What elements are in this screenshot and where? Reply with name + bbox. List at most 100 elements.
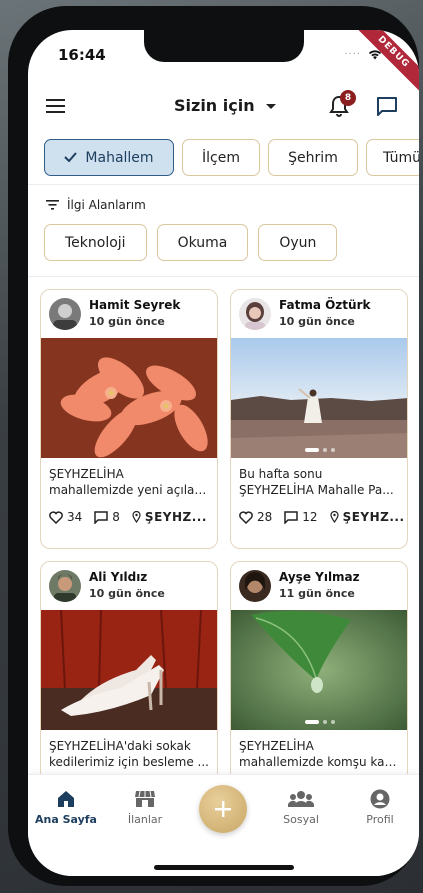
like-button[interactable]: 34	[49, 510, 82, 524]
author-name[interactable]: Ayşe Yılmaz	[279, 570, 360, 584]
chip-label: Okuma	[177, 234, 228, 251]
feed-selector[interactable]: Sizin için	[174, 96, 277, 115]
post-image[interactable]	[231, 338, 407, 458]
post-image[interactable]	[41, 338, 217, 458]
chip-sehrim[interactable]: Şehrim	[268, 139, 358, 176]
avatar[interactable]	[49, 298, 81, 330]
like-button[interactable]: 28	[239, 510, 272, 524]
post-card[interactable]: Hamit Seyrek 10 gün önce ŞEYHZELİHA maha…	[40, 289, 218, 549]
post-header: Ayşe Yılmaz 11 gün önce	[231, 562, 407, 610]
divider	[28, 276, 419, 277]
interest-chips: Teknoloji Okuma Oyun	[44, 224, 338, 261]
add-post-button[interactable]	[199, 785, 247, 833]
heart-icon	[49, 510, 63, 524]
nav-social[interactable]: Sosyal	[263, 789, 339, 826]
chip-okuma[interactable]: Okuma	[156, 224, 249, 261]
comment-count: 8	[112, 510, 120, 524]
pin-icon	[132, 511, 141, 523]
home-icon	[58, 791, 74, 807]
avatar[interactable]	[49, 570, 81, 602]
comment-icon	[284, 510, 299, 524]
post-text-line: ŞEYHZELİHA	[49, 467, 124, 481]
post-card[interactable]: Ayşe Yılmaz 11 gün önce ŞEYHZELİHA mahal…	[230, 561, 408, 791]
status-icons: ····	[344, 48, 383, 60]
chat-icon[interactable]	[376, 96, 398, 122]
like-count: 28	[257, 510, 273, 524]
nav-label: Profil	[366, 813, 394, 826]
chip-label: Teknoloji	[65, 234, 126, 251]
store-icon	[135, 790, 155, 807]
post-text-line: ŞEYHZELİHA	[239, 739, 314, 753]
chip-label: Tümü	[383, 149, 419, 166]
phone-frame: DEBUG 16:44 ···· Sizin için 8 Mahallem İ…	[8, 6, 419, 886]
app-screen: DEBUG 16:44 ···· Sizin için 8 Mahallem İ…	[28, 30, 419, 876]
author-name[interactable]: Ali Yıldız	[89, 570, 147, 584]
post-stats: 28 12 ŞEYHZ...	[231, 502, 407, 532]
chip-oyun[interactable]: Oyun	[258, 224, 338, 261]
filter-icon	[46, 195, 59, 214]
nav-home[interactable]: Ana Sayfa	[28, 789, 104, 826]
post-time: 10 gün önce	[279, 315, 355, 328]
chip-mahallem[interactable]: Mahallem	[44, 139, 174, 176]
heart-icon	[239, 510, 253, 524]
location-name: ŞEYHZ...	[342, 510, 405, 524]
nav-label: Sosyal	[283, 813, 319, 826]
nav-label: İlanlar	[127, 813, 163, 826]
comment-button[interactable]: 8	[94, 510, 120, 524]
chip-label: İlçem	[202, 149, 240, 166]
chip-label: Şehrim	[288, 149, 338, 166]
chip-label: Oyun	[279, 234, 317, 251]
post-text-line: ŞEYHZELİHA'daki sokak	[49, 739, 191, 753]
interests-title: İlgi Alanlarım	[67, 197, 146, 212]
page-title: Sizin için	[174, 96, 255, 115]
nav-label: Ana Sayfa	[35, 813, 97, 826]
bottom-navigation: Ana Sayfa İlanlar Sosyal Profil	[28, 774, 419, 876]
nav-listings[interactable]: İlanlar	[107, 789, 183, 826]
chip-label: Mahallem	[85, 149, 154, 166]
interests-header: İlgi Alanlarım	[46, 195, 146, 214]
chip-teknoloji[interactable]: Teknoloji	[44, 224, 147, 261]
post-time: 10 gün önce	[89, 587, 165, 600]
post-text-line: mahallemizde yeni açılan...	[49, 483, 209, 497]
post-text[interactable]: Bu hafta sonu ŞEYHZELİHA Mahalle Pa...	[231, 458, 407, 502]
avatar[interactable]	[239, 570, 271, 602]
comment-icon	[94, 510, 109, 524]
author-name[interactable]: Hamit Seyrek	[89, 298, 180, 312]
comment-button[interactable]: 12	[284, 510, 318, 524]
post-header: Hamit Seyrek 10 gün önce	[41, 290, 217, 338]
location-name: ŞEYHZ...	[144, 510, 207, 524]
post-text-line: kedilerimiz için besleme ...	[49, 755, 209, 769]
nav-profile[interactable]: Profil	[342, 789, 418, 826]
avatar[interactable]	[239, 298, 271, 330]
post-text-line: mahallemizde komşu kah...	[239, 755, 399, 769]
post-text[interactable]: ŞEYHZELİHA'daki sokak kedilerimiz için b…	[41, 730, 217, 774]
carousel-indicator	[231, 720, 407, 724]
post-image[interactable]	[231, 610, 407, 730]
post-text[interactable]: ŞEYHZELİHA mahallemizde komşu kah...	[231, 730, 407, 774]
app-header: Sizin için 8	[28, 88, 419, 128]
chip-ilcem[interactable]: İlçem	[182, 139, 260, 176]
plus-icon	[215, 801, 231, 817]
post-time: 10 gün önce	[89, 315, 165, 328]
signal-icon: ····	[344, 48, 361, 60]
pin-icon	[329, 511, 339, 523]
carousel-indicator	[231, 448, 407, 452]
like-count: 34	[67, 510, 83, 524]
post-text-line: Bu hafta sonu	[239, 467, 323, 481]
location-tag: ŞEYHZ...	[329, 510, 405, 524]
post-stats: 34 8 ŞEYHZ...	[41, 502, 217, 532]
chip-tumu[interactable]: Tümü	[366, 139, 419, 176]
post-time: 11 gün önce	[279, 587, 355, 600]
post-text-line: ŞEYHZELİHA Mahalle Pa...	[239, 483, 394, 497]
notifications-button[interactable]: 8	[328, 90, 356, 122]
post-text[interactable]: ŞEYHZELİHA mahallemizde yeni açılan...	[41, 458, 217, 502]
location-tag: ŞEYHZ...	[132, 510, 207, 524]
status-time: 16:44	[58, 46, 106, 64]
post-card[interactable]: Fatma Öztürk 10 gün önce Bu hafta sonu Ş…	[230, 289, 408, 549]
post-card[interactable]: Ali Yıldız 10 gün önce ŞEYHZELİHA'daki s…	[40, 561, 218, 791]
post-image[interactable]	[41, 610, 217, 730]
device-notch	[144, 30, 304, 62]
menu-icon[interactable]	[46, 98, 66, 118]
scope-filter: Mahallem İlçem Şehrim Tümü	[44, 139, 419, 177]
author-name[interactable]: Fatma Öztürk	[279, 298, 370, 312]
